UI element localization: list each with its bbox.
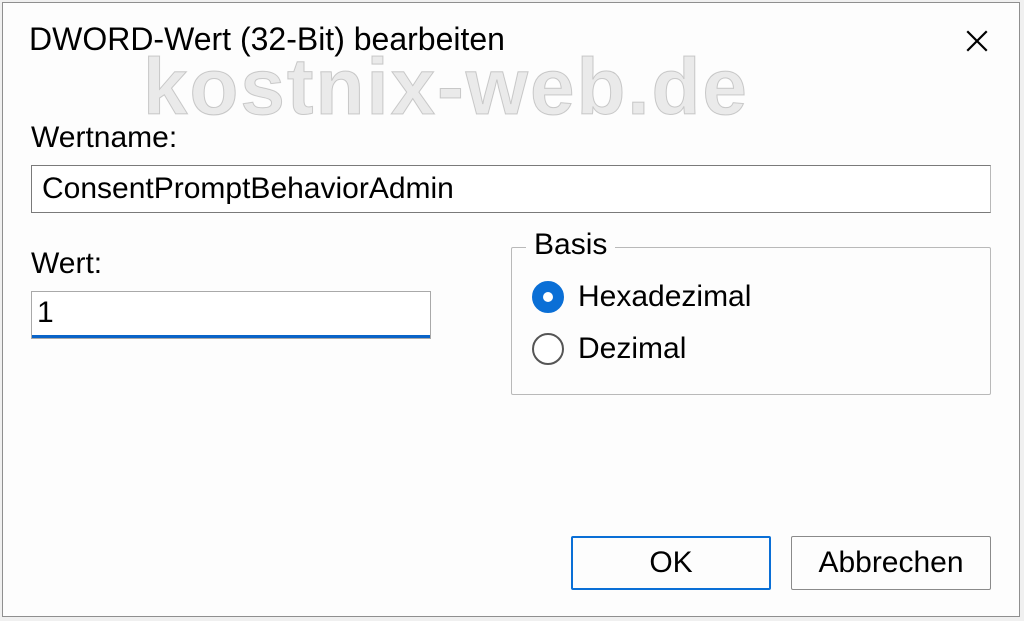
edit-dword-dialog: kostnix-web.de DWORD-Wert (32-Bit) bearb… bbox=[2, 2, 1020, 617]
titlebar: DWORD-Wert (32-Bit) bearbeiten bbox=[3, 3, 1019, 61]
value-name-input[interactable] bbox=[31, 165, 991, 213]
radio-icon bbox=[532, 333, 564, 365]
ok-button[interactable]: OK bbox=[571, 536, 771, 590]
radio-label: Hexadezimal bbox=[578, 280, 751, 314]
basis-legend: Basis bbox=[526, 228, 615, 262]
name-label: Wertname: bbox=[31, 121, 991, 155]
radio-label: Dezimal bbox=[578, 332, 686, 366]
radio-decimal[interactable]: Dezimal bbox=[532, 332, 970, 366]
button-row: OK Abbrechen bbox=[571, 536, 991, 590]
cancel-button[interactable]: Abbrechen bbox=[791, 536, 991, 590]
radio-icon bbox=[532, 281, 564, 313]
value-label: Wert: bbox=[31, 247, 471, 281]
dialog-body: Wertname: Wert: Basis Hexadezimal Dezima… bbox=[3, 61, 1019, 395]
basis-group: Basis Hexadezimal Dezimal bbox=[511, 247, 991, 395]
radio-hexadecimal[interactable]: Hexadezimal bbox=[532, 280, 970, 314]
close-button[interactable] bbox=[957, 21, 997, 61]
value-data-input[interactable] bbox=[31, 291, 431, 339]
close-icon bbox=[964, 28, 990, 54]
dialog-title: DWORD-Wert (32-Bit) bearbeiten bbox=[29, 21, 505, 58]
